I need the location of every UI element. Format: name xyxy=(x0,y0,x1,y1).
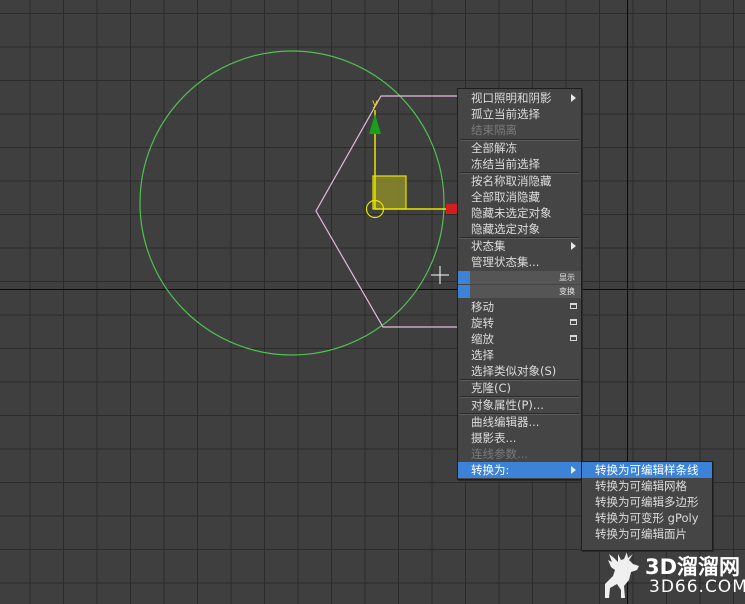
menu-item-label: 克隆(C) xyxy=(471,381,512,395)
submenu-item-deformable-gpoly[interactable]: 转换为可变形 gPoly xyxy=(582,510,712,526)
submenu-arrow-icon xyxy=(571,466,576,474)
gizmo-y-label: y xyxy=(372,98,378,109)
settings-box-icon[interactable] xyxy=(570,303,577,309)
menu-item-label: 曲线编辑器... xyxy=(471,415,540,429)
menu-item-label: 隐藏选定对象 xyxy=(471,222,540,236)
gizmo-y-arrow-icon[interactable] xyxy=(369,114,381,134)
menu-item-move[interactable]: 移动 xyxy=(458,299,581,315)
menu-item-end-isolate[interactable]: 结束隔离 xyxy=(458,122,581,138)
submenu-item-label: 转换为可编辑样条线 xyxy=(595,463,699,477)
menu-item-label: 摄影表... xyxy=(471,431,517,445)
selected-ngon-shape[interactable] xyxy=(315,95,458,328)
menu-item-label: 选择类似对象(S) xyxy=(471,364,557,378)
menu-item-hide-unselected[interactable]: 隐藏未选定对象 xyxy=(458,205,581,221)
menu-item-label: 按名称取消隐藏 xyxy=(471,174,552,188)
menu-item-label: 转换为: xyxy=(471,463,510,477)
quad-color-swatch xyxy=(458,285,470,298)
submenu-item-label: 转换为可编辑面片 xyxy=(595,527,687,541)
menu-item-label: 冻结当前选择 xyxy=(471,157,540,171)
menu-item-unhide-by-name[interactable]: 按名称取消隐藏 xyxy=(458,173,581,189)
quad-header-transform[interactable]: 变换 xyxy=(458,285,581,298)
menu-item-label: 视口照明和阴影 xyxy=(471,91,552,105)
quad-label-display: 显示 xyxy=(559,273,575,282)
menu-item-object-properties[interactable]: 对象属性(P)... xyxy=(458,397,581,413)
menu-item-label: 连线参数... xyxy=(471,447,528,461)
quad-color-swatch xyxy=(458,271,470,284)
menu-item-label: 孤立当前选择 xyxy=(471,107,540,121)
menu-item-freeze-selection[interactable]: 冻结当前选择 xyxy=(458,156,581,172)
menu-item-label: 隐藏未选定对象 xyxy=(471,206,552,220)
menu-item-label: 状态集 xyxy=(471,239,506,253)
gizmo-xy-plane-handle[interactable] xyxy=(372,175,407,210)
submenu-item-editable-mesh[interactable]: 转换为可编辑网格 xyxy=(582,478,712,494)
menu-item-select-similar[interactable]: 选择类似对象(S) xyxy=(458,363,581,379)
menu-item-viewport-lighting[interactable]: 视口照明和阴影 xyxy=(458,90,581,106)
menu-item-manage-state-sets[interactable]: 管理状态集... xyxy=(458,254,581,270)
quad-header-display[interactable]: 显示 xyxy=(458,271,581,284)
menu-item-convert-to[interactable]: 转换为: xyxy=(458,462,581,478)
deer-logo-icon xyxy=(605,552,639,598)
watermark-url: 3D66.COM xyxy=(649,577,745,597)
menu-item-clone[interactable]: 克隆(C) xyxy=(458,380,581,396)
menu-item-label: 对象属性(P)... xyxy=(471,398,544,412)
menu-item-label: 缩放 xyxy=(471,332,494,346)
menu-item-wire-parameters[interactable]: 连线参数... xyxy=(458,446,581,462)
menu-item-label: 结束隔离 xyxy=(471,123,517,137)
settings-box-icon[interactable] xyxy=(570,319,577,325)
submenu-item-label: 转换为可变形 gPoly xyxy=(595,511,699,525)
site-watermark: 3D溜溜网 3D66.COM xyxy=(599,548,745,604)
menu-item-label: 全部解冻 xyxy=(471,141,517,155)
submenu-item-editable-spline[interactable]: 转换为可编辑样条线 xyxy=(582,462,712,478)
submenu-item-editable-patch[interactable]: 转换为可编辑面片 xyxy=(582,526,712,542)
gizmo-x-arrow-icon[interactable] xyxy=(446,204,457,214)
menu-item-label: 全部取消隐藏 xyxy=(471,190,540,204)
menu-item-rotate[interactable]: 旋转 xyxy=(458,315,581,331)
menu-item-label: 管理状态集... xyxy=(471,255,540,269)
crosshair-cursor-icon xyxy=(431,266,449,284)
convert-to-submenu: 转换为可编辑样条线 转换为可编辑网格 转换为可编辑多边形 转换为可变形 gPol… xyxy=(581,461,713,551)
menu-item-label: 旋转 xyxy=(471,316,494,330)
submenu-arrow-icon xyxy=(571,242,576,250)
menu-item-hide-selection[interactable]: 隐藏选定对象 xyxy=(458,221,581,237)
submenu-arrow-icon xyxy=(571,94,576,102)
menu-item-isolate-selection[interactable]: 孤立当前选择 xyxy=(458,106,581,122)
menu-item-label: 移动 xyxy=(471,300,494,314)
menu-item-unfreeze-all[interactable]: 全部解冻 xyxy=(458,140,581,156)
submenu-item-label: 转换为可编辑多边形 xyxy=(595,495,699,509)
menu-item-label: 选择 xyxy=(471,348,494,362)
quad-context-menu: 视口照明和阴影 孤立当前选择 结束隔离 全部解冻 冻结当前选择 按名称取消隐藏 … xyxy=(457,88,582,480)
quad-label-transform: 变换 xyxy=(559,287,575,296)
submenu-item-label: 转换为可编辑网格 xyxy=(595,479,687,493)
settings-box-icon[interactable] xyxy=(570,335,577,341)
menu-item-state-sets[interactable]: 状态集 xyxy=(458,238,581,254)
menu-item-scale[interactable]: 缩放 xyxy=(458,331,581,347)
menu-item-unhide-all[interactable]: 全部取消隐藏 xyxy=(458,189,581,205)
menu-item-dope-sheet[interactable]: 摄影表... xyxy=(458,430,581,446)
menu-item-curve-editor[interactable]: 曲线编辑器... xyxy=(458,414,581,430)
menu-item-select[interactable]: 选择 xyxy=(458,347,581,363)
submenu-item-editable-poly[interactable]: 转换为可编辑多边形 xyxy=(582,494,712,510)
